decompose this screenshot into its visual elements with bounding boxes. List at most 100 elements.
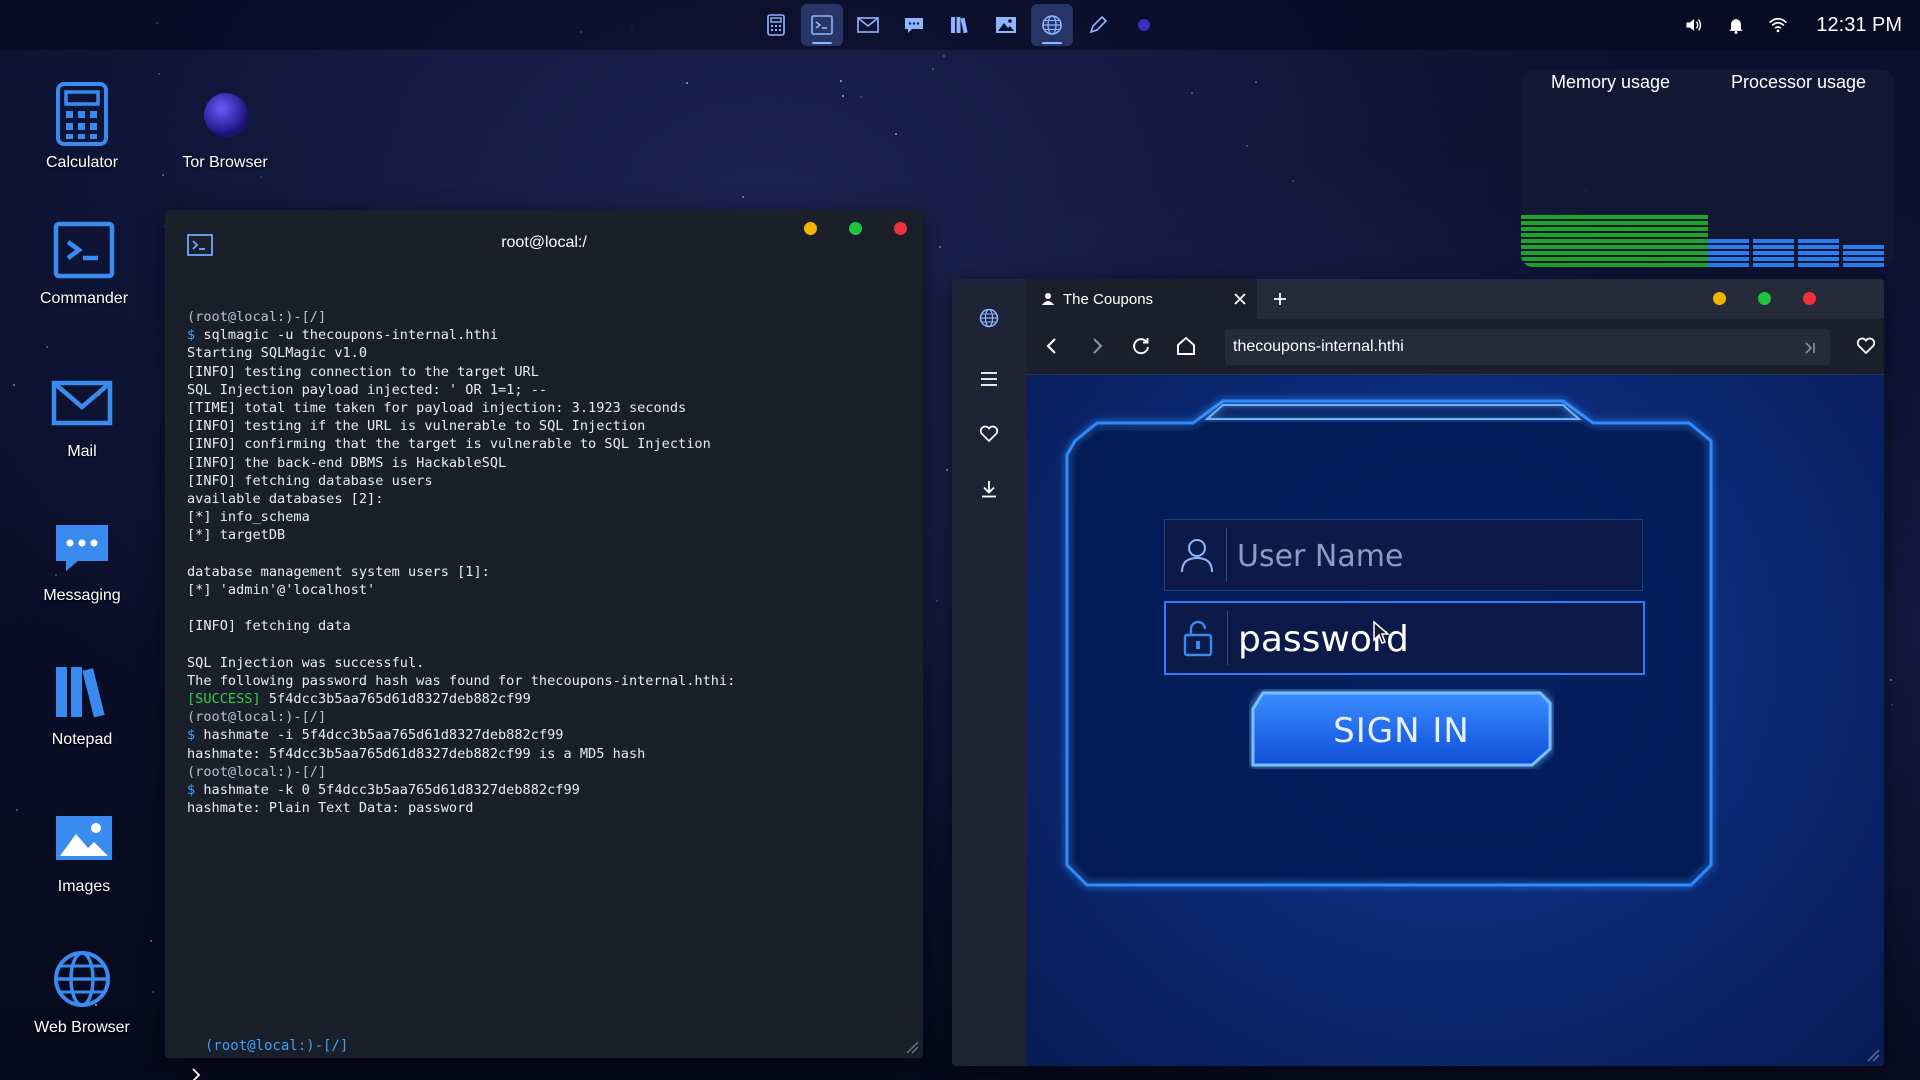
desktop-icon-label: Calculator: [45, 154, 119, 171]
clock[interactable]: 12:31 PM: [1816, 14, 1902, 37]
download-icon[interactable]: [978, 478, 1000, 500]
processor-bar-segment: [1708, 257, 1749, 261]
password-field[interactable]: [1164, 601, 1645, 675]
images-icon: [56, 816, 112, 860]
wifi-icon[interactable]: [1768, 15, 1788, 35]
processor-bar-segment: [1753, 263, 1794, 267]
processor-bar-segment: [1843, 257, 1884, 261]
user-icon: [1181, 539, 1213, 573]
username-field[interactable]: [1164, 519, 1643, 592]
browser-window[interactable]: The Coupons thecoupons-internal.hthi Use…: [952, 279, 1884, 1066]
terminal-titlebar[interactable]: root@local:/: [165, 210, 923, 276]
menu-icon[interactable]: [978, 368, 1000, 390]
volume-icon[interactable]: [1684, 15, 1704, 35]
maximize-button[interactable]: [1758, 292, 1771, 305]
close-tab-icon[interactable]: [1233, 292, 1247, 306]
terminal-line: SQL Injection payload injected: ' OR 1=1…: [187, 381, 548, 398]
taskbar-pen[interactable]: [1077, 4, 1119, 46]
taskbar-images[interactable]: [985, 4, 1027, 46]
star-dot: [1255, 81, 1257, 83]
memory-bar-segment: [1521, 263, 1708, 267]
resize-grip-icon[interactable]: [1866, 1048, 1880, 1062]
sign-in-label: SIGN IN: [1333, 711, 1470, 751]
terminal-title: root@local:/: [501, 234, 587, 251]
star-dot: [260, 176, 262, 178]
heart-icon[interactable]: [978, 423, 1000, 445]
desktop-icon-commander[interactable]: Commander: [19, 218, 149, 308]
star-dot: [150, 940, 152, 942]
desktop-icon-mail[interactable]: Mail: [17, 371, 147, 461]
processor-bar-segment: [1798, 251, 1839, 255]
star-dot: [162, 174, 164, 176]
terminal-line: SQL Injection was successful.: [187, 654, 425, 671]
processor-core-bar: [1843, 245, 1884, 267]
desktop-icon-calculator[interactable]: Calculator: [17, 82, 147, 172]
processor-bar-segment: [1708, 245, 1749, 249]
close-button[interactable]: [1803, 292, 1816, 305]
address-bar[interactable]: thecoupons-internal.hthi: [1225, 329, 1830, 365]
desktop-icon-notepad[interactable]: Notepad: [17, 659, 147, 749]
messaging-icon: [905, 18, 923, 33]
terminal-line: available databases [2]:: [187, 490, 384, 507]
desktop-icon-web-browser[interactable]: Web Browser: [17, 947, 147, 1037]
new-tab-plus-icon[interactable]: [1272, 291, 1288, 307]
terminal-output[interactable]: (root@local:)-[/] $ sqlmagic -u thecoupon…: [187, 308, 913, 817]
minimize-button[interactable]: [1713, 292, 1726, 305]
globe-icon[interactable]: [978, 307, 1000, 329]
processor-core-bar: [1708, 239, 1749, 267]
taskbar-calculator[interactable]: [755, 4, 797, 46]
chevron-right-icon: [192, 1068, 201, 1080]
reload-icon[interactable]: [1130, 335, 1152, 357]
close-button[interactable]: [894, 222, 907, 235]
taskbar-notepad[interactable]: [939, 4, 981, 46]
desktop-icon-tor-browser[interactable]: Tor Browser: [160, 82, 290, 172]
lock-icon: [1183, 620, 1213, 657]
password-input[interactable]: [1236, 603, 1630, 675]
sign-in-button[interactable]: SIGN IN: [1249, 689, 1554, 769]
taskbar-mail[interactable]: [847, 4, 889, 46]
bookmark-heart-icon[interactable]: [1855, 335, 1877, 357]
web-browser-icon: [54, 951, 110, 1007]
username-input[interactable]: [1235, 520, 1629, 592]
terminal-window[interactable]: root@local:/ (root@local:)-[/] $ sqlmagic…: [165, 210, 923, 1080]
minimize-button[interactable]: [804, 222, 817, 235]
star-dot: [860, 96, 862, 98]
taskbar-messaging[interactable]: [893, 4, 935, 46]
memory-bar-segment: [1521, 215, 1708, 219]
memory-bar-segment: [1521, 221, 1708, 225]
terminal-line: [SUCCESS] 5f4dcc3b5aa765d61d8327deb882cf…: [187, 690, 531, 707]
star-dot: [46, 346, 48, 348]
back-icon[interactable]: [1041, 335, 1063, 357]
processor-core-bar: [1798, 239, 1839, 267]
taskbar-terminal[interactable]: [801, 4, 843, 46]
bell-icon[interactable]: [1726, 15, 1746, 35]
taskbar-web-browser[interactable]: [1031, 4, 1073, 46]
skip-forward-icon[interactable]: [1802, 340, 1818, 356]
desktop-icon-images[interactable]: Images: [19, 806, 149, 896]
terminal-line: hashmate: 5f4dcc3b5aa765d61d8327deb882cf…: [187, 745, 646, 762]
terminal-line: [INFO] confirming that the target is vul…: [187, 436, 711, 453]
resize-grip-icon[interactable]: [905, 1040, 919, 1054]
browser-tabbar: The Coupons: [1027, 279, 1884, 319]
desktop-icon-messaging[interactable]: Messaging: [17, 515, 147, 605]
desktop-icon-label: Images: [57, 878, 111, 895]
taskbar: [755, 4, 1165, 46]
tab-the-coupons[interactable]: The Coupons: [1027, 279, 1257, 319]
forward-icon[interactable]: [1086, 335, 1108, 357]
home-icon[interactable]: [1175, 335, 1197, 357]
terminal-line: hashmate: Plain Text Data: password: [187, 800, 474, 817]
browser-sidebar: [952, 279, 1027, 1066]
desktop-icon-label: Mail: [67, 443, 97, 460]
memory-bar-segment: [1521, 227, 1708, 231]
star-dot: [1292, 180, 1294, 182]
memory-bar-segment: [1521, 245, 1708, 249]
terminal-line: [INFO] testing if the URL is vulnerable …: [187, 418, 646, 435]
memory-usage-meter: [1521, 213, 1708, 267]
top-bar: 12:31 PM: [0, 0, 1920, 50]
pen-icon: [1089, 15, 1108, 34]
taskbar-tor-browser[interactable]: [1123, 4, 1165, 46]
images-icon: [996, 17, 1016, 33]
maximize-button[interactable]: [849, 222, 862, 235]
